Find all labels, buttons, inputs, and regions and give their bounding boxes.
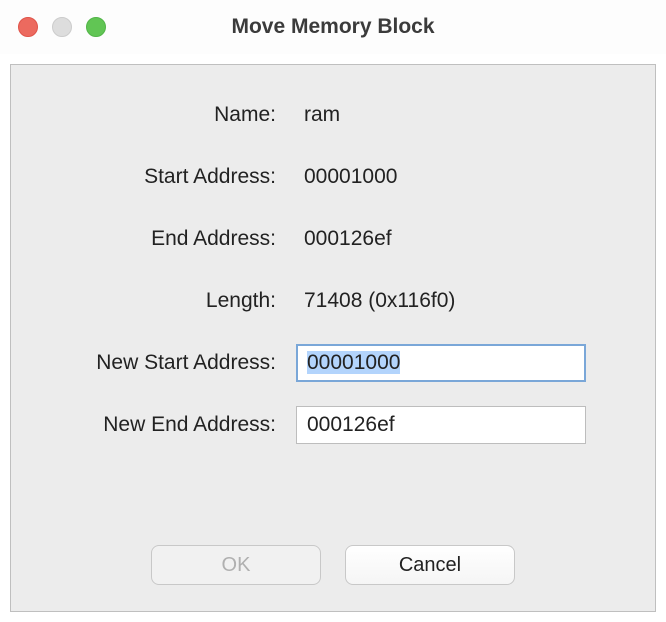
row-end-address: End Address: 000126ef <box>41 219 625 259</box>
ok-button[interactable]: OK <box>151 545 321 585</box>
titlebar: Move Memory Block <box>0 0 666 54</box>
label-end-address: End Address: <box>41 227 296 251</box>
button-bar: OK Cancel <box>41 529 625 591</box>
row-start-address: Start Address: 00001000 <box>41 157 625 197</box>
row-new-end-address: New End Address: <box>41 405 625 445</box>
row-new-start-address: New Start Address: 00001000 <box>41 343 625 383</box>
label-name: Name: <box>41 103 296 127</box>
row-name: Name: ram <box>41 95 625 135</box>
form-area: Name: ram Start Address: 00001000 End Ad… <box>41 95 625 529</box>
value-length: 71408 (0x116f0) <box>296 289 455 313</box>
value-start-address: 00001000 <box>296 165 397 189</box>
minimize-icon <box>52 17 72 37</box>
label-length: Length: <box>41 289 296 313</box>
cancel-button[interactable]: Cancel <box>345 545 515 585</box>
input-new-start-address[interactable]: 00001000 <box>296 344 586 382</box>
label-new-start-address: New Start Address: <box>41 351 296 375</box>
value-name: ram <box>296 103 340 127</box>
row-length: Length: 71408 (0x116f0) <box>41 281 625 321</box>
close-icon[interactable] <box>18 17 38 37</box>
maximize-icon[interactable] <box>86 17 106 37</box>
value-end-address: 000126ef <box>296 227 392 251</box>
content-outer: Name: ram Start Address: 00001000 End Ad… <box>0 54 666 622</box>
label-new-end-address: New End Address: <box>41 413 296 437</box>
dialog-window: Move Memory Block Name: ram Start Addres… <box>0 0 666 622</box>
label-start-address: Start Address: <box>41 165 296 189</box>
content-panel: Name: ram Start Address: 00001000 End Ad… <box>10 64 656 612</box>
window-controls <box>18 17 106 37</box>
input-new-end-address[interactable] <box>296 406 586 444</box>
